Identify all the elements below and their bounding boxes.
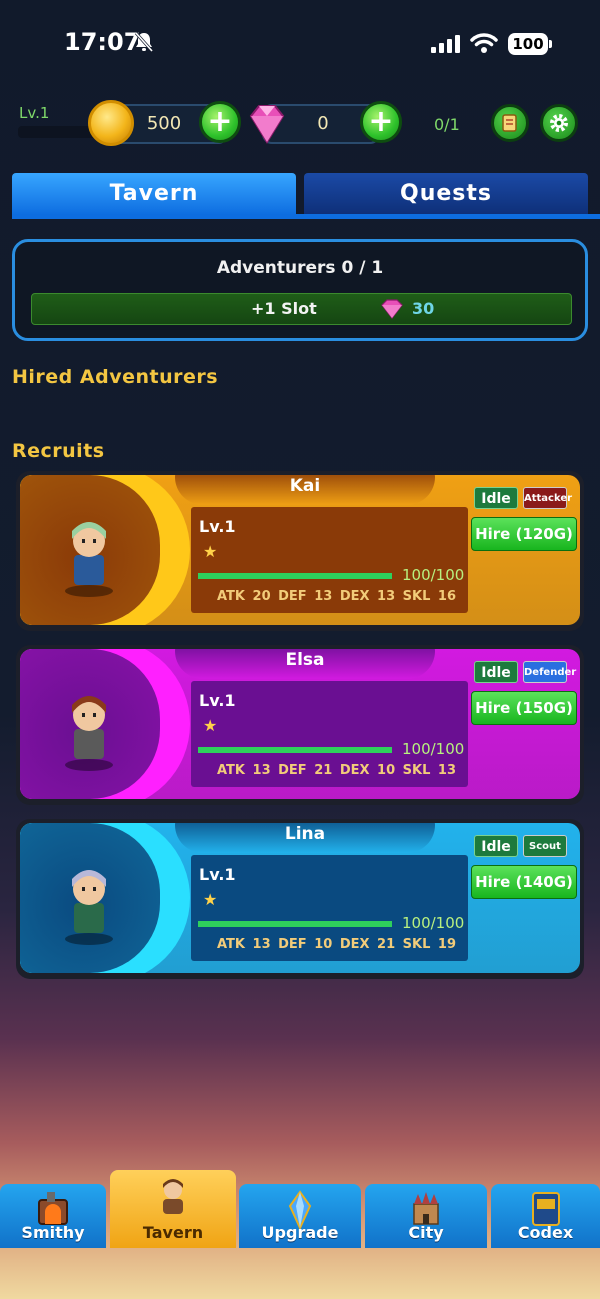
recruit-name: Lina [175, 823, 435, 853]
battery-level: 100 [508, 33, 548, 55]
silent-bell-icon [134, 32, 154, 52]
adventurer-icon [163, 1179, 183, 1214]
recruit-name: Elsa [175, 649, 435, 679]
wifi-icon [470, 33, 498, 53]
recruit-attributes: ATK 13 DEF 10 DEX 21 SKL 19 [217, 937, 457, 952]
hire-button[interactable]: Hire (150G) [471, 691, 577, 725]
adventurer-slot-count: 0/1 [434, 115, 460, 134]
gold-amount: 500 [146, 113, 182, 134]
recruit-stats-panel: Lv.1 ★ 100/100 ATK 13 DEF 21 DEX 10 SKL … [191, 681, 468, 787]
adventurer-portrait [65, 870, 113, 945]
star-icon: ★ [203, 542, 218, 561]
adventurer-portrait [65, 696, 113, 771]
hp-bar [198, 573, 392, 579]
buy-slot-label: +1 Slot [251, 299, 317, 318]
role-badge: Defender [523, 661, 576, 683]
status-bar: 17:07 100 [0, 0, 600, 88]
add-gems-button[interactable]: + [360, 101, 402, 143]
nav-codex[interactable]: Codex [491, 1184, 600, 1248]
recruit-card: Lina Lv.1 ★ 100/100 ATK 13 DEF 10 DEX 21… [16, 819, 584, 979]
cellular-signal-icon [431, 35, 460, 53]
xp-bar [18, 126, 96, 138]
bottom-navigation: Smithy Tavern Upgrade City Codex [0, 1170, 600, 1248]
nav-smithy-label: Smithy [21, 1223, 85, 1242]
gem-icon [249, 105, 285, 144]
recruit-level: Lv.1 [199, 691, 236, 710]
recruit-card: Elsa Lv.1 ★ 100/100 ATK 13 DEF 21 DEX 10… [16, 645, 584, 805]
recruit-level: Lv.1 [199, 517, 236, 536]
quest-log-button[interactable] [491, 104, 529, 142]
adventurers-count: Adventurers 0 / 1 [216, 258, 384, 278]
hp-bar-fill [198, 921, 392, 927]
gem-amount: 0 [317, 113, 329, 134]
add-gold-button[interactable]: + [199, 101, 241, 143]
hire-button[interactable]: Hire (140G) [471, 865, 577, 899]
recruit-name: Kai [175, 475, 435, 505]
hp-value: 100/100 [402, 914, 465, 932]
status-badge: Idle [474, 835, 518, 857]
recruit-card-body: Elsa Lv.1 ★ 100/100 ATK 13 DEF 21 DEX 10… [20, 649, 580, 799]
gold-coin-icon [88, 100, 134, 146]
clock: 17:07 [64, 28, 141, 56]
tab-underline [12, 214, 600, 219]
nav-tavern[interactable]: Tavern [110, 1170, 236, 1248]
buy-slot-button[interactable]: +1 Slot 30 [31, 293, 572, 325]
gear-icon [550, 114, 568, 132]
hp-bar [198, 921, 392, 927]
star-icon: ★ [203, 890, 218, 909]
adventurers-panel: Adventurers 0 / 1 +1 Slot 30 [12, 239, 588, 341]
recruit-card-body: Kai Lv.1 ★ 100/100 ATK 20 DEF 13 DEX 13 … [20, 475, 580, 625]
player-level: Lv.1 [19, 104, 50, 122]
buy-slot-cost: 30 [412, 299, 435, 318]
recruit-card: Kai Lv.1 ★ 100/100 ATK 20 DEF 13 DEX 13 … [16, 471, 584, 631]
settings-button[interactable] [540, 104, 578, 142]
recruit-attributes: ATK 13 DEF 21 DEX 10 SKL 13 [217, 763, 457, 778]
nav-tavern-label: Tavern [142, 1223, 204, 1242]
hp-value: 100/100 [402, 566, 465, 584]
recruit-level: Lv.1 [199, 865, 236, 884]
recruits-heading: Recruits [12, 440, 105, 462]
adventurer-portrait [65, 522, 113, 597]
recruit-stats-panel: Lv.1 ★ 100/100 ATK 20 DEF 13 DEX 13 SKL … [191, 507, 468, 613]
hp-value: 100/100 [402, 740, 465, 758]
gem-icon [381, 299, 403, 319]
hire-button[interactable]: Hire (120G) [471, 517, 577, 551]
nav-codex-label: Codex [517, 1223, 574, 1242]
nav-upgrade[interactable]: Upgrade [239, 1184, 361, 1248]
scroll-icon [502, 114, 517, 132]
nav-city[interactable]: City [365, 1184, 487, 1248]
castle-icon [413, 1192, 439, 1225]
star-icon: ★ [203, 716, 218, 735]
status-badge: Idle [474, 661, 518, 683]
nav-city-label: City [408, 1223, 444, 1242]
tab-tavern[interactable]: Tavern [12, 173, 296, 215]
recruit-stats-panel: Lv.1 ★ 100/100 ATK 13 DEF 10 DEX 21 SKL … [191, 855, 468, 961]
role-badge: Scout [523, 835, 567, 857]
status-badge: Idle [474, 487, 518, 509]
recruit-attributes: ATK 20 DEF 13 DEX 13 SKL 16 [217, 589, 457, 604]
hired-adventurers-heading: Hired Adventurers [12, 366, 219, 388]
forge-icon [38, 1192, 68, 1225]
hp-bar-fill [198, 573, 392, 579]
nav-smithy[interactable]: Smithy [0, 1184, 106, 1248]
battery-tip [549, 40, 552, 48]
hp-bar [198, 747, 392, 753]
tab-quests[interactable]: Quests [304, 173, 588, 215]
role-badge: Attacker [523, 487, 572, 509]
nav-upgrade-label: Upgrade [261, 1223, 339, 1242]
recruit-card-body: Lina Lv.1 ★ 100/100 ATK 13 DEF 10 DEX 21… [20, 823, 580, 973]
hp-bar-fill [198, 747, 392, 753]
